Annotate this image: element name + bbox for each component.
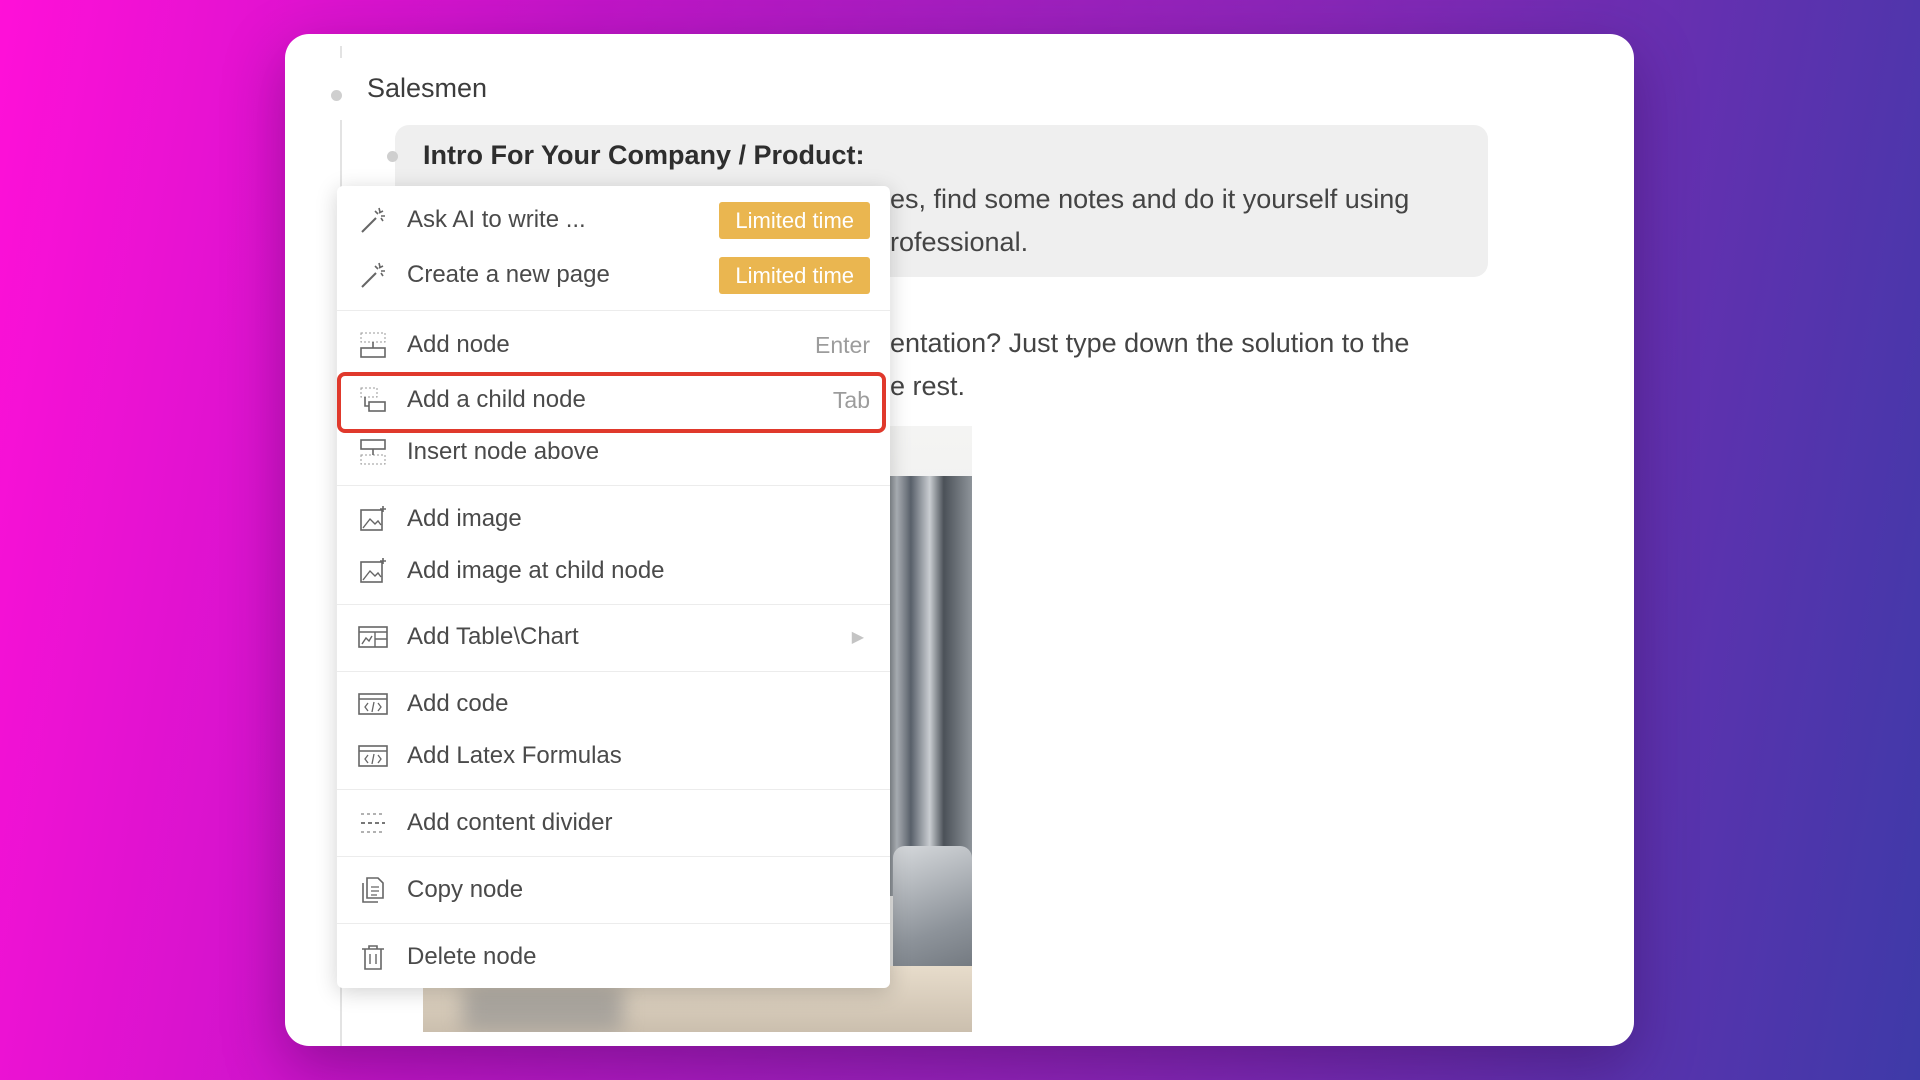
menu-item-label: Create a new page (407, 261, 610, 288)
node-text-line: rofessional. (890, 227, 1029, 257)
menu-item-ask-ai[interactable]: Ask AI to write ... Limited time (337, 197, 890, 243)
insert-above-icon (357, 436, 389, 468)
menu-item-insert-node-above[interactable]: Insert node above (337, 429, 890, 475)
limited-time-badge: Limited time (719, 256, 870, 294)
divider-icon (357, 807, 389, 839)
menu-divider (337, 671, 890, 672)
menu-item-label: Add code (407, 690, 509, 717)
root-node-title[interactable]: Salesmen (367, 73, 487, 104)
code-icon (357, 740, 389, 772)
menu-divider (337, 789, 890, 790)
submenu-arrow-icon: ▶ (851, 629, 864, 646)
menu-item-label: Delete node (407, 943, 537, 970)
shortcut-hint: Tab (832, 386, 870, 413)
paragraph-line: entation? Just type down the solution to… (890, 328, 1410, 358)
menu-item-add-latex[interactable]: Add Latex Formulas (337, 733, 890, 779)
limited-time-badge: Limited time (719, 201, 870, 239)
node-bullet[interactable] (387, 151, 398, 162)
menu-item-label: Copy node (407, 876, 524, 903)
menu-item-add-divider[interactable]: Add content divider (337, 800, 890, 846)
add-node-icon (357, 329, 389, 361)
trash-icon (357, 941, 389, 973)
node-title[interactable]: Intro For Your Company / Product: (423, 140, 865, 171)
table-chart-icon (357, 621, 389, 653)
menu-item-label: Add a child node (407, 386, 586, 413)
menu-item-label: Add image (407, 505, 522, 532)
menu-item-add-node[interactable]: Add node Enter (337, 322, 890, 368)
menu-item-label: Add node (407, 331, 510, 358)
menu-divider (337, 604, 890, 605)
menu-item-label: Add image at child node (407, 557, 665, 584)
menu-item-add-image[interactable]: Add image (337, 496, 890, 542)
code-icon (357, 688, 389, 720)
menu-item-add-child-node[interactable]: Add a child node Tab (337, 377, 890, 423)
magic-wand-icon (357, 204, 389, 236)
image-icon (357, 555, 389, 587)
menu-item-label: Ask AI to write ... (407, 206, 586, 233)
shortcut-hint: Enter (815, 331, 870, 358)
menu-divider (337, 923, 890, 924)
child-node-icon (357, 384, 389, 416)
menu-item-delete-node[interactable]: Delete node (337, 934, 890, 980)
menu-divider (337, 856, 890, 857)
menu-item-add-image-child[interactable]: Add image at child node (337, 548, 890, 594)
menu-divider (337, 485, 890, 486)
tree-connector (340, 46, 342, 58)
menu-item-label: Add Table\Chart (407, 623, 579, 650)
node-bullet[interactable] (331, 90, 342, 101)
menu-item-add-code[interactable]: Add code (337, 681, 890, 727)
menu-item-label: Add content divider (407, 809, 613, 836)
node-context-menu: Ask AI to write ... Limited time Create … (337, 186, 890, 988)
menu-divider (337, 310, 890, 311)
node-text-line: es, find some notes and do it yourself u… (890, 184, 1410, 214)
image-icon (357, 503, 389, 535)
menu-item-create-page[interactable]: Create a new page Limited time (337, 252, 890, 298)
menu-item-add-table-chart[interactable]: Add Table\Chart ▶ (337, 614, 890, 660)
copy-icon (357, 874, 389, 906)
paragraph-line: e rest. (890, 371, 966, 401)
menu-item-copy-node[interactable]: Copy node (337, 867, 890, 913)
menu-item-label: Add Latex Formulas (407, 742, 622, 769)
magic-wand-icon (357, 259, 389, 291)
menu-item-label: Insert node above (407, 438, 600, 465)
